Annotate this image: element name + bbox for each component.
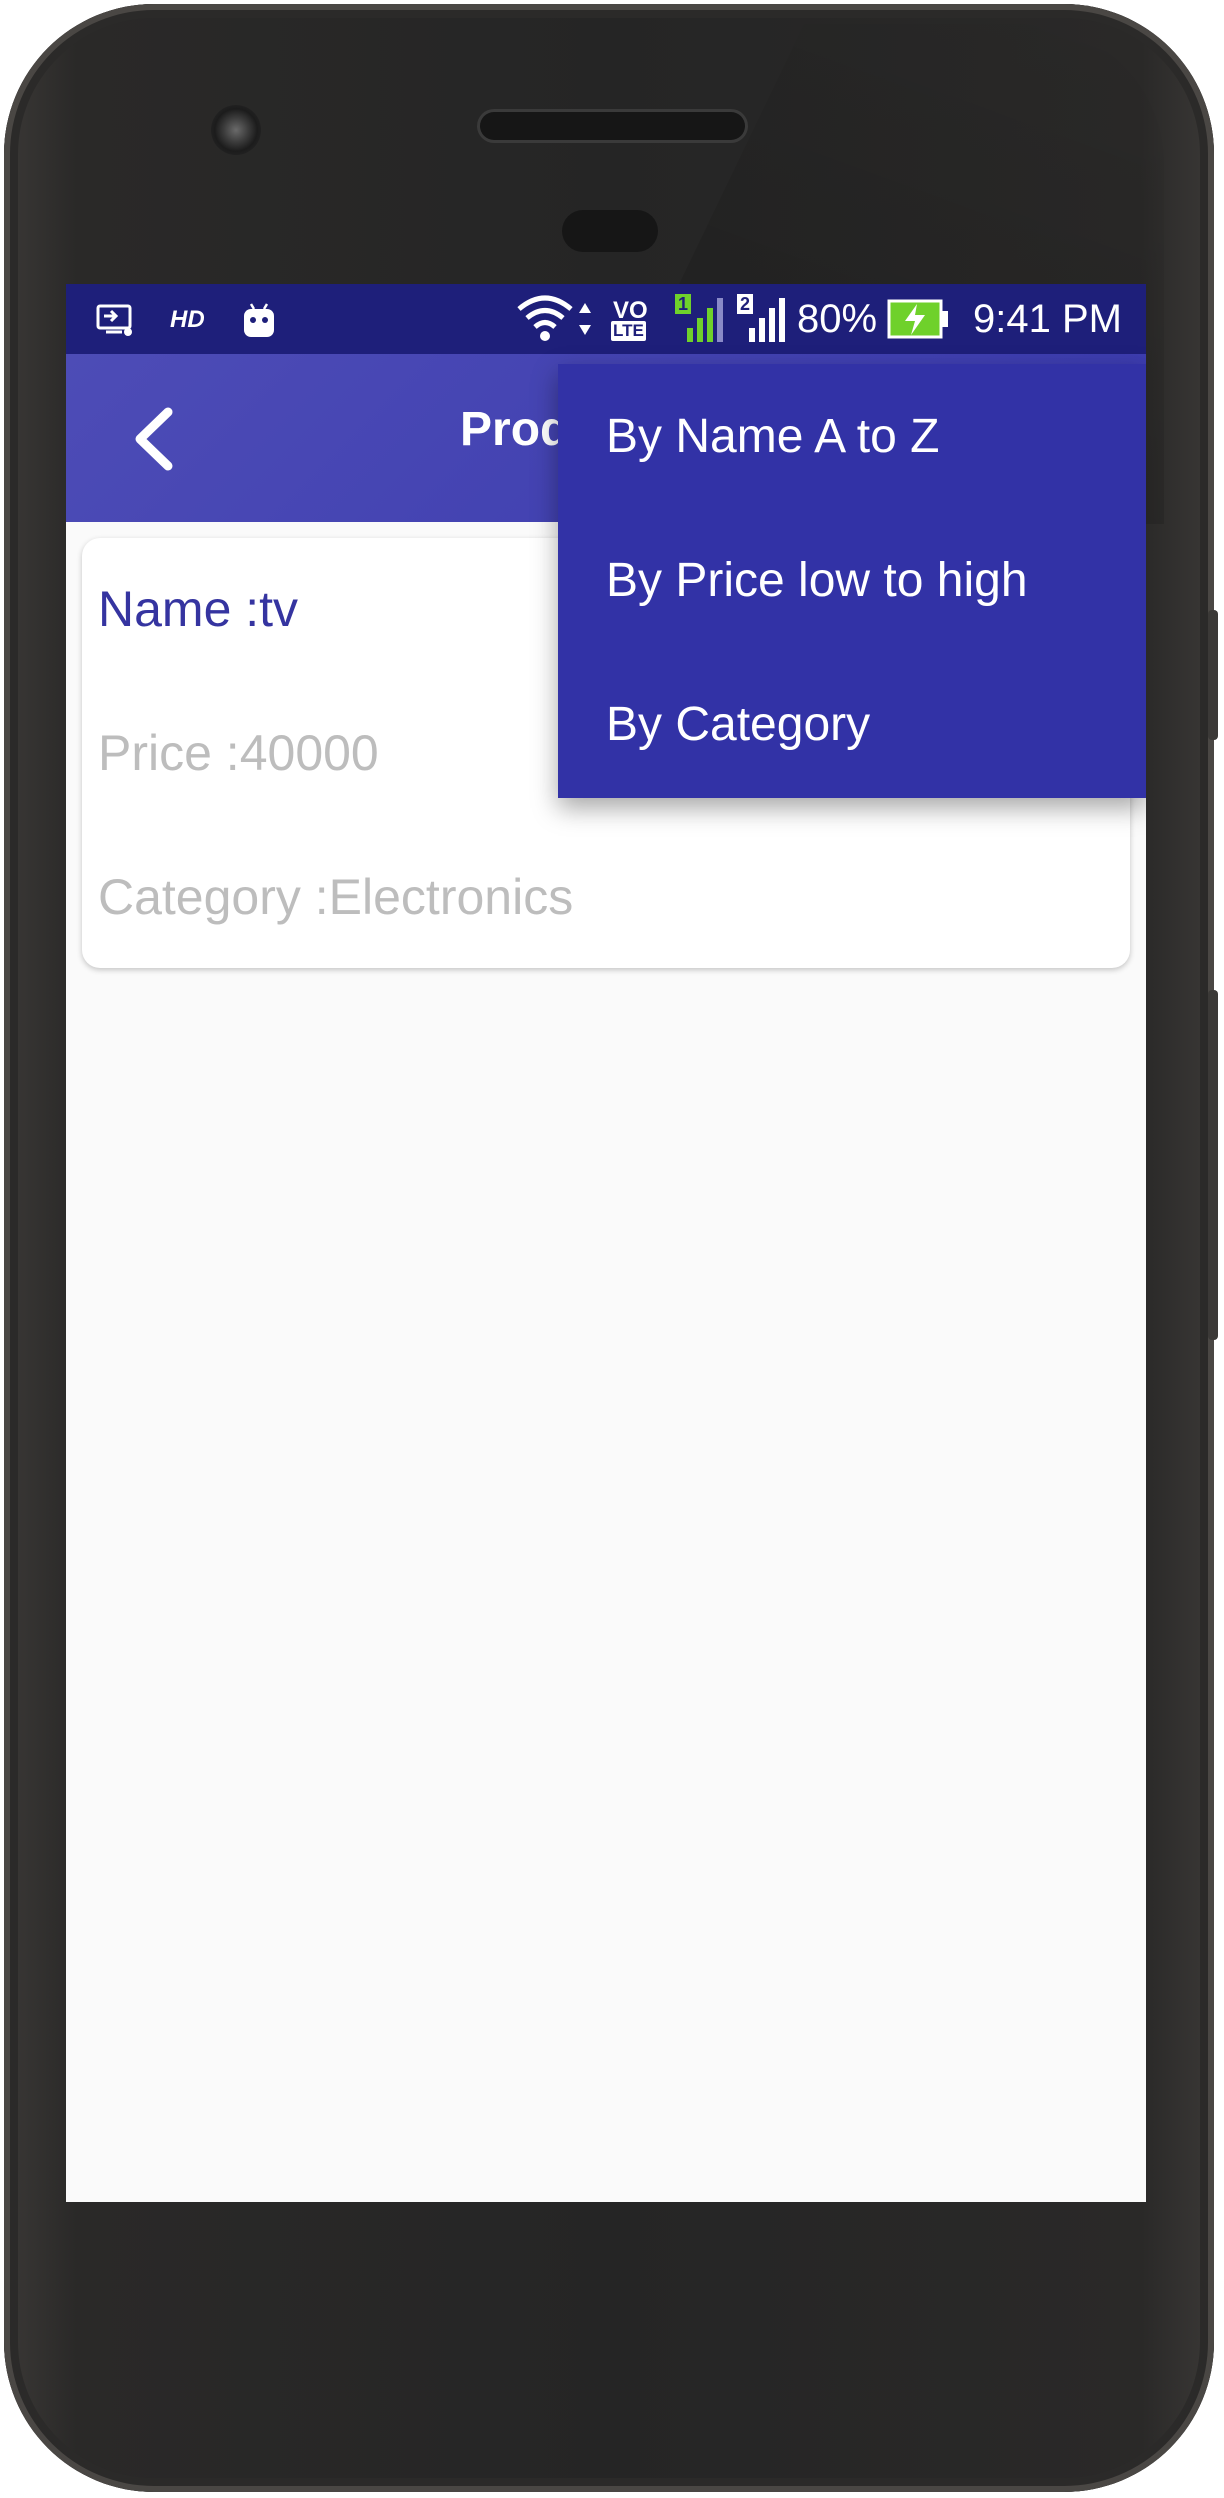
battery-percent: 80% <box>796 296 878 341</box>
volume-button <box>1208 990 1218 1340</box>
status-right-icons: VO LTE 1 2 80% 9:41 PM <box>515 294 1122 344</box>
product-price: Price :40000 <box>98 725 379 781</box>
hd-voice-icon: HD <box>170 306 205 333</box>
screen: HD VO LTE 1 2 80% 9:41 PM Name:tv Price… <box>66 284 1146 2202</box>
menu-item-sort-by-category[interactable]: By Category <box>558 652 1146 796</box>
android-debug-icon <box>243 303 274 337</box>
proximity-sensor <box>562 210 658 252</box>
sim2-signal-icon: 2 <box>735 294 787 344</box>
back-arrow-icon[interactable] <box>122 404 192 474</box>
earpiece-speaker <box>480 112 745 140</box>
clock: 9:41 PM <box>973 296 1122 341</box>
power-button <box>1208 610 1218 740</box>
cast-screen-icon <box>96 304 132 336</box>
sort-menu: By Name A to Z By Price low to high By C… <box>558 364 1146 798</box>
status-left-icons: HD <box>96 298 279 342</box>
product-category: Category :Electronics <box>98 869 574 925</box>
battery-charging-icon <box>887 299 949 339</box>
menu-item-sort-by-price[interactable]: By Price low to high <box>558 508 1146 652</box>
sim1-signal-icon: 1 <box>673 294 725 344</box>
status-bar: HD VO LTE 1 2 80% 9:41 PM <box>66 284 1146 354</box>
wifi-icon <box>517 295 591 341</box>
front-camera <box>211 105 261 155</box>
volte-bottom-label: LTE <box>610 321 646 341</box>
volte-icon: VO LTE <box>609 295 663 343</box>
product-name: Name :tv <box>98 581 299 637</box>
menu-item-sort-by-name[interactable]: By Name A to Z <box>558 364 1146 508</box>
